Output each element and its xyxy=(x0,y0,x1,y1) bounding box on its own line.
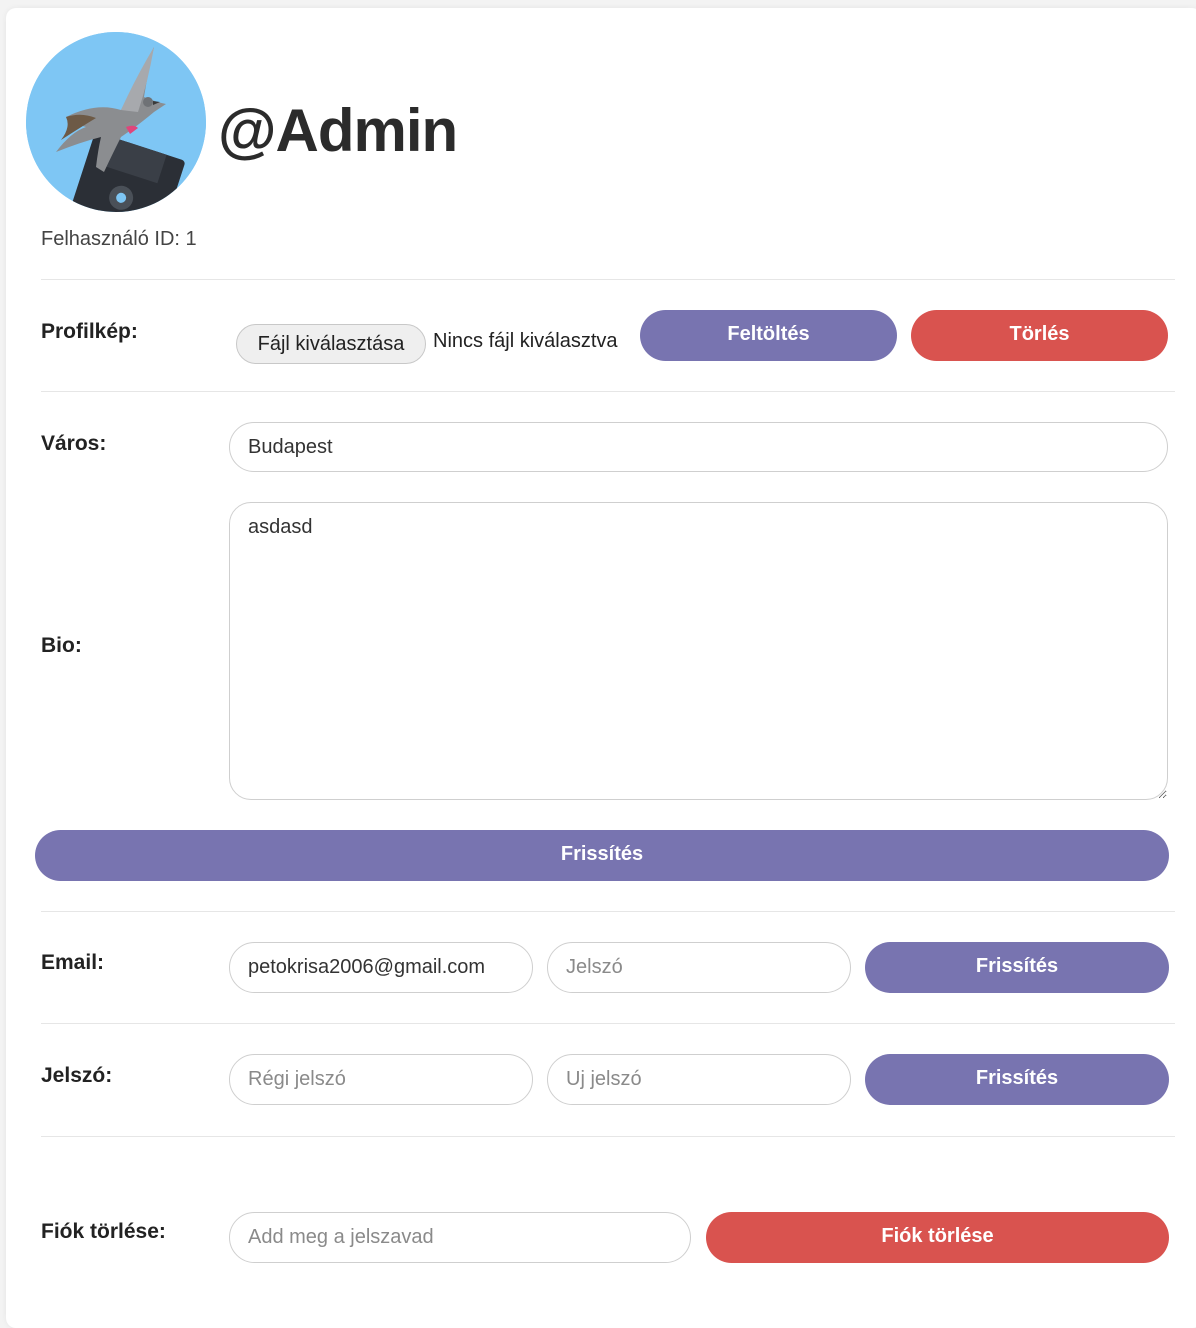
email-password-input[interactable] xyxy=(547,942,851,993)
divider xyxy=(41,279,1175,280)
new-password-input[interactable] xyxy=(547,1054,851,1105)
avatar xyxy=(26,32,206,212)
bio-textarea[interactable]: asdasd xyxy=(229,502,1168,800)
bio-label: Bio: xyxy=(41,634,82,657)
update-password-button[interactable]: Frissítés xyxy=(865,1054,1169,1105)
update-profile-button[interactable]: Frissítés xyxy=(35,830,1169,881)
upload-picture-button[interactable]: Feltöltés xyxy=(640,310,897,361)
profile-settings-card: @Admin Felhasználó ID: 1 Profilkép: Fájl… xyxy=(6,8,1196,1328)
city-label: Város: xyxy=(41,432,107,455)
delete-account-password-input[interactable] xyxy=(229,1212,691,1263)
divider xyxy=(41,911,1175,912)
pigeon-floppy-image xyxy=(26,32,206,212)
email-label: Email: xyxy=(41,951,105,974)
no-file-chosen-text: Nincs fájl kiválasztva xyxy=(433,330,618,352)
update-email-button[interactable]: Frissítés xyxy=(865,942,1169,993)
email-input[interactable] xyxy=(229,942,533,993)
city-input[interactable] xyxy=(229,422,1168,472)
delete-picture-button[interactable]: Törlés xyxy=(911,310,1168,361)
password-label: Jelszó: xyxy=(41,1064,113,1087)
delete-account-button[interactable]: Fiók törlése xyxy=(706,1212,1169,1263)
divider xyxy=(41,1023,1175,1024)
profile-picture-label: Profilkép: xyxy=(41,320,138,343)
divider xyxy=(41,391,1175,392)
user-id-text: Felhasználó ID: 1 xyxy=(41,228,197,250)
choose-file-button[interactable]: Fájl kiválasztása xyxy=(236,324,426,364)
delete-account-label: Fiók törlése: xyxy=(41,1220,166,1243)
old-password-input[interactable] xyxy=(229,1054,533,1105)
username-heading: @Admin xyxy=(218,97,458,164)
divider xyxy=(41,1136,1175,1137)
